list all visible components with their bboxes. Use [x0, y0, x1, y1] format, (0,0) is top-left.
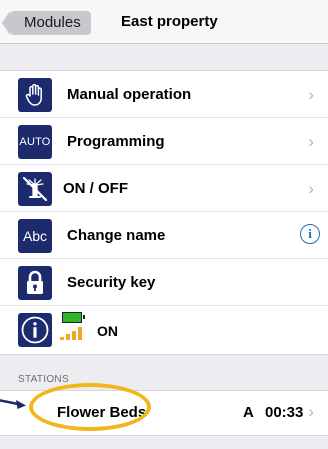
hand-icon [18, 78, 52, 112]
battery-icon [62, 312, 85, 323]
menu-item-change-name[interactable]: Abc Change name i [0, 212, 328, 259]
menu-item-label: Change name [67, 227, 166, 244]
station-program-mode: A [243, 404, 254, 421]
menu-item-label: ON / OFF [63, 180, 128, 197]
station-name: Flower Beds [57, 404, 147, 421]
stations-section-header: STATIONS [18, 374, 69, 385]
menu-item-programming[interactable]: AUTO Programming › [0, 118, 328, 165]
abc-icon: Abc [18, 219, 52, 253]
lock-icon [18, 266, 52, 300]
auto-icon: AUTO [18, 125, 52, 159]
back-button-modules[interactable]: Modules [2, 11, 91, 35]
menu-item-manual-operation[interactable]: Manual operation › [0, 71, 328, 118]
chevron-right-icon: › [308, 402, 314, 421]
module-menu: Manual operation › AUTO Programming › ON… [0, 70, 328, 355]
chevron-right-icon: › [308, 179, 314, 198]
chevron-right-icon: › [308, 85, 314, 104]
page-title: East property [121, 13, 218, 30]
sprinkler-off-icon [18, 172, 52, 206]
menu-item-status[interactable]: ON [0, 306, 328, 354]
menu-item-label: Programming [67, 133, 165, 150]
menu-item-label: Security key [67, 274, 156, 291]
menu-item-security-key[interactable]: Security key [0, 259, 328, 306]
status-label: ON [97, 323, 118, 339]
navigation-bar: Modules East property [0, 0, 328, 44]
menu-item-label: Manual operation [67, 86, 192, 103]
pointer-arrow-icon [0, 399, 26, 409]
info-icon [18, 313, 52, 347]
station-duration: 00:33 [265, 404, 304, 421]
station-row-flower-beds[interactable]: Flower Beds A 00:33 › [0, 390, 328, 436]
chevron-right-icon: › [308, 132, 314, 151]
menu-item-on-off[interactable]: ON / OFF › [0, 165, 328, 212]
info-icon[interactable]: i [300, 224, 320, 244]
signal-strength-icon [60, 327, 82, 340]
